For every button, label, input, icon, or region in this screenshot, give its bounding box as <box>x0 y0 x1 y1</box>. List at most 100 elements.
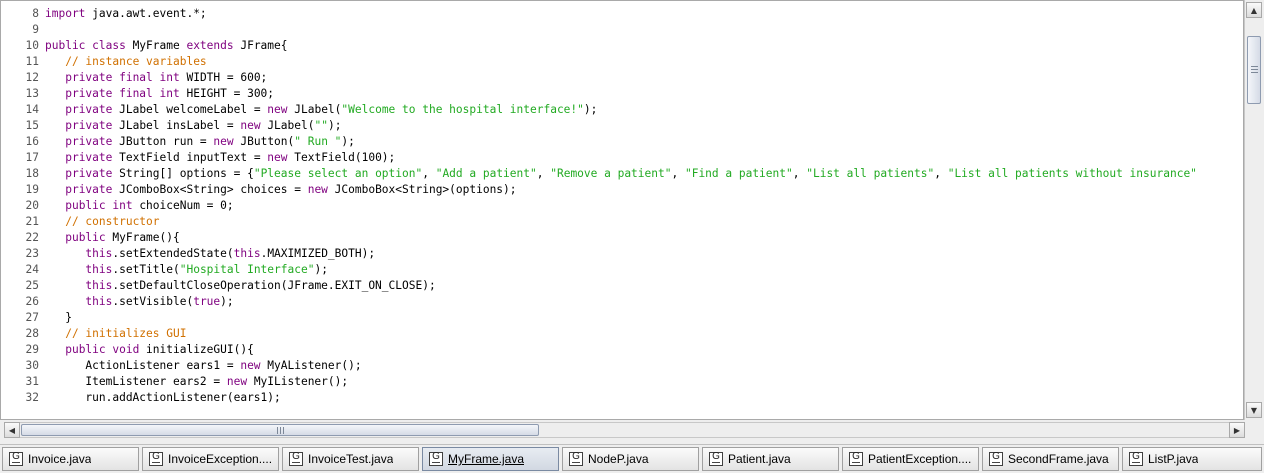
code-line[interactable]: 20 public int choiceNum = 0; <box>1 198 1243 214</box>
string-token: "Remove a patient" <box>550 167 672 180</box>
keyword-token: this <box>85 263 113 276</box>
code-line[interactable]: 26 this.setVisible(true); <box>1 294 1243 310</box>
file-tab[interactable]: G PatientException.... <box>842 447 979 471</box>
code-line[interactable]: 27 } <box>1 310 1243 326</box>
code-text: private JLabel welcomeLabel = new JLabel… <box>45 102 597 118</box>
line-number: 31 <box>25 375 39 388</box>
java-class-icon-letter: G <box>12 451 20 462</box>
code-token: JFrame{ <box>233 39 288 52</box>
code-token: MyFrame <box>125 39 187 52</box>
code-text: // constructor <box>45 214 159 230</box>
file-tab[interactable]: G Patient.java <box>702 447 839 471</box>
file-tab[interactable]: G InvoiceException.... <box>142 447 279 471</box>
string-token: "Hospital Interface" <box>179 263 315 276</box>
file-tab[interactable]: G MyFrame.java <box>422 447 559 471</box>
code-text: this.setVisible(true); <box>45 294 233 310</box>
string-token: "Please select an option" <box>253 167 423 180</box>
code-token: JLabel( <box>287 103 342 116</box>
vertical-scroll-thumb[interactable] <box>1247 36 1261 104</box>
code-line[interactable]: 14 private JLabel welcomeLabel = new JLa… <box>1 102 1243 118</box>
code-line[interactable]: 15 private JLabel insLabel = new JLabel(… <box>1 118 1243 134</box>
line-number: 26 <box>25 295 39 308</box>
code-line[interactable]: 18 private String[] options = {"Please s… <box>1 166 1243 182</box>
file-tab[interactable]: G NodeP.java <box>562 447 699 471</box>
code-token: ); <box>583 103 598 116</box>
code-text: public int choiceNum = 0; <box>45 198 234 214</box>
code-token: JLabel( <box>260 119 315 132</box>
code-line[interactable]: 11 // instance variables <box>1 54 1243 70</box>
line-number: 8 <box>32 7 39 20</box>
java-class-icon: G <box>989 451 1003 466</box>
keyword-token: private final int <box>65 87 180 100</box>
code-line[interactable]: 24 this.setTitle("Hospital Interface"); <box>1 262 1243 278</box>
line-number: 23 <box>25 247 39 260</box>
keyword-token: this <box>85 295 113 308</box>
line-number: 28 <box>25 327 39 340</box>
code-token: } <box>45 311 72 324</box>
code-line[interactable]: 10 public class MyFrame extends JFrame{ <box>1 38 1243 54</box>
code-line[interactable]: 22 public MyFrame(){ <box>1 230 1243 246</box>
keyword-token: public <box>65 231 106 244</box>
file-tab-label: InvoiceTest.java <box>308 452 394 466</box>
code-line[interactable]: 32 run.addActionListener(ears1); <box>1 390 1243 406</box>
code-line[interactable]: 13 private final int HEIGHT = 300; <box>1 86 1243 102</box>
file-tab-label: Invoice.java <box>28 452 92 466</box>
string-token: "Add a patient" <box>435 167 537 180</box>
scroll-up-button[interactable]: ▲ <box>1246 2 1262 18</box>
file-tab[interactable]: G SecondFrame.java <box>982 447 1119 471</box>
line-number: 27 <box>25 311 39 324</box>
line-number: 10 <box>25 39 39 52</box>
scroll-right-button[interactable]: ▶ <box>1229 422 1245 438</box>
code-line[interactable]: 28 // initializes GUI <box>1 326 1243 342</box>
keyword-token: new <box>240 119 261 132</box>
keyword-token: this <box>85 279 113 292</box>
code-line[interactable]: 12 private final int WIDTH = 600; <box>1 70 1243 86</box>
code-line[interactable]: 23 this.setExtendedState(this.MAXIMIZED_… <box>1 246 1243 262</box>
vertical-scrollbar[interactable]: ▲ ▼ <box>1244 0 1264 420</box>
code-line[interactable]: 8 import java.awt.event.*; <box>1 6 1243 22</box>
scroll-down-button[interactable]: ▼ <box>1246 402 1262 418</box>
code-line[interactable]: 9 <box>1 22 1243 38</box>
java-class-icon-letter: G <box>712 451 720 462</box>
code-line[interactable]: 25 this.setDefaultCloseOperation(JFrame.… <box>1 278 1243 294</box>
file-tab-label: InvoiceException.... <box>168 452 273 466</box>
horizontal-scroll-thumb[interactable] <box>21 424 539 436</box>
code-token: JButton run = <box>112 135 214 148</box>
file-tab[interactable]: G Invoice.java <box>2 447 139 471</box>
line-number: 29 <box>25 343 39 356</box>
horizontal-scrollbar[interactable]: ◀ ▶ <box>4 422 1245 438</box>
file-tab[interactable]: G ListP.java <box>1122 447 1262 471</box>
keyword-token: import <box>45 7 86 20</box>
code-token: HEIGHT = 300; <box>179 87 275 100</box>
code-token: MyFrame(){ <box>105 231 180 244</box>
code-token: , <box>536 167 551 180</box>
line-number: 32 <box>25 391 39 404</box>
code-token: JComboBox<String> choices = <box>112 183 308 196</box>
file-tab[interactable]: G InvoiceTest.java <box>282 447 419 471</box>
arrow-left-icon: ◀ <box>8 425 16 435</box>
code-line[interactable]: 29 public void initializeGUI(){ <box>1 342 1243 358</box>
string-token: " Run " <box>294 135 342 148</box>
file-tab-label: PatientException.... <box>868 452 972 466</box>
code-text: this.setTitle("Hospital Interface"); <box>45 262 328 278</box>
code-line[interactable]: 31 ItemListener ears2 = new MyIListener(… <box>1 374 1243 390</box>
code-line[interactable]: 17 private TextField inputText = new Tex… <box>1 150 1243 166</box>
line-number: 25 <box>25 279 39 292</box>
java-class-icon: G <box>849 451 863 466</box>
java-class-icon-letter: G <box>292 451 300 462</box>
code-token: JLabel welcomeLabel = <box>112 103 268 116</box>
code-line[interactable]: 16 private JButton run = new JButton(" R… <box>1 134 1243 150</box>
code-line[interactable]: 21 // constructor <box>1 214 1243 230</box>
code-line[interactable]: 30 ActionListener ears1 = new MyAListene… <box>1 358 1243 374</box>
string-token: "List all patients without insurance" <box>947 167 1197 180</box>
code-token: initializeGUI(){ <box>139 343 254 356</box>
file-tab-label: Patient.java <box>728 452 791 466</box>
code-line[interactable]: 19 private JComboBox<String> choices = n… <box>1 182 1243 198</box>
scroll-left-button[interactable]: ◀ <box>4 422 20 438</box>
code-token: choiceNum = 0; <box>132 199 234 212</box>
code-editor[interactable]: 8 import java.awt.event.*; 9 10 public class… <box>0 0 1244 420</box>
java-class-icon-letter: G <box>152 451 160 462</box>
